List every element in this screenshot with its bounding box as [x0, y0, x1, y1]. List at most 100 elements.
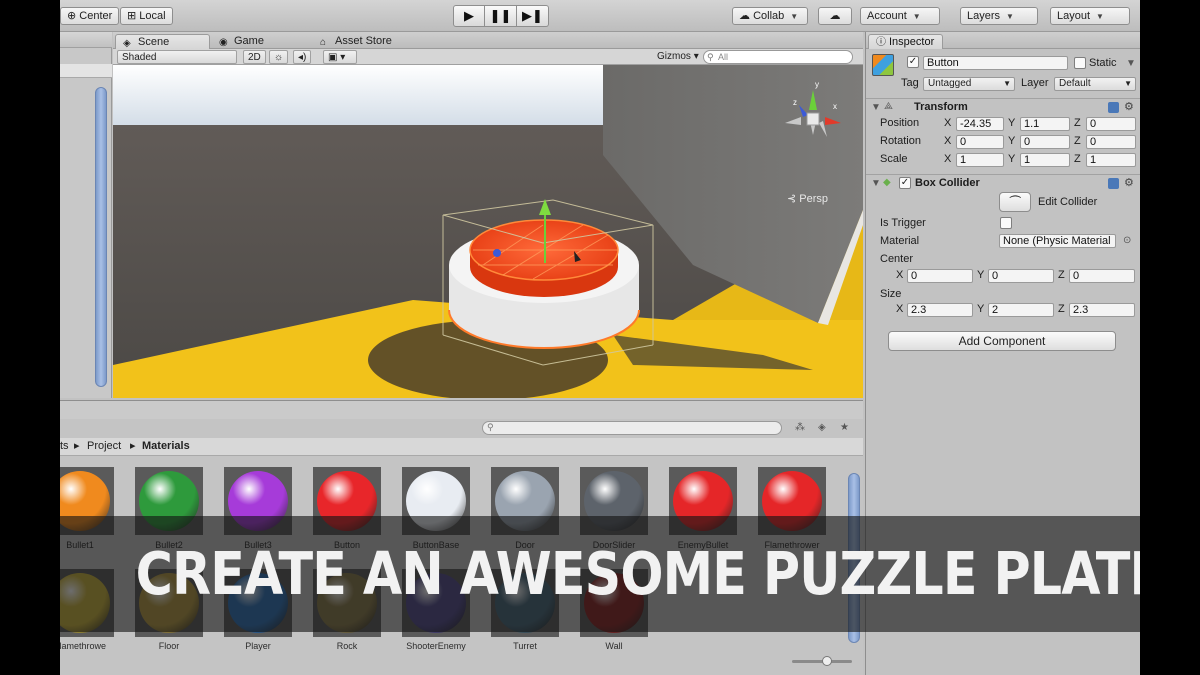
object-name-field[interactable]: Button: [923, 56, 1068, 70]
axis-y-label: Y: [977, 303, 985, 315]
size-x-field[interactable]: 2.3: [907, 303, 973, 317]
breadcrumb-assets[interactable]: ts: [60, 438, 69, 455]
scale-y-field[interactable]: 1: [1020, 153, 1070, 167]
help-book-icon[interactable]: [1108, 178, 1119, 189]
projection-label: Persp: [799, 193, 829, 205]
filter-label-icon[interactable]: ◈: [818, 422, 826, 433]
position-label: Position: [880, 117, 920, 129]
thumbnail-size-slider[interactable]: [792, 656, 852, 666]
favorite-star-icon[interactable]: ★: [840, 422, 849, 433]
main-toolbar: ⊕ Center ⊞ Local ▶ ❚❚ ▶❚ ☁ Collab ▼ ☁ Acc…: [60, 0, 1140, 32]
rotation-z-value: 0: [1090, 136, 1097, 148]
svg-text:z: z: [793, 98, 797, 107]
layers-dropdown[interactable]: Layers ▼: [960, 7, 1038, 25]
add-component-label: Add Component: [958, 334, 1046, 348]
object-name-value: Button: [927, 57, 959, 69]
size-z-field[interactable]: 2.3: [1069, 303, 1135, 317]
filter-type-icon[interactable]: ⁂: [795, 422, 805, 433]
scale-z-field[interactable]: 1: [1086, 153, 1136, 167]
sun-icon: ☼: [274, 52, 284, 63]
position-y-field[interactable]: 1.1: [1020, 117, 1070, 131]
effects-dropdown[interactable]: ▣ ▾: [323, 50, 357, 64]
static-checkbox[interactable]: [1074, 57, 1086, 69]
size-y-field[interactable]: 2: [988, 303, 1054, 317]
layer-dropdown[interactable]: Default ▼: [1054, 77, 1136, 91]
perspective-icon: ⊰: [787, 193, 797, 205]
tab-inspector[interactable]: ⓘ Inspector: [868, 34, 944, 49]
box-collider-enabled-checkbox[interactable]: ✓: [899, 177, 911, 189]
account-label: Account: [867, 10, 907, 22]
box-collider-header[interactable]: ▼ ◆ ✓ Box Collider ⚙: [866, 174, 1140, 190]
scene-search-input[interactable]: ⚲ All: [703, 50, 853, 64]
gizmos-dropdown[interactable]: Gizmos ▾: [653, 50, 703, 64]
layout-label: Layout: [1057, 10, 1091, 22]
toggle-2d-button[interactable]: 2D: [243, 50, 266, 64]
chevron-down-icon[interactable]: ▼: [1126, 58, 1136, 69]
center-z-field[interactable]: 0: [1069, 269, 1135, 283]
collab-dropdown[interactable]: ☁ Collab ▼: [732, 7, 808, 25]
inspector-tab-label: Inspector: [889, 36, 935, 48]
account-dropdown[interactable]: Account ▼: [860, 7, 940, 25]
tab-game[interactable]: ◉ Game: [212, 34, 302, 49]
is-trigger-checkbox[interactable]: [1000, 217, 1012, 229]
shading-mode-dropdown[interactable]: Shaded: [117, 50, 237, 64]
scale-x-field[interactable]: 1: [956, 153, 1004, 167]
project-search-input[interactable]: ⚲: [482, 421, 782, 435]
pause-icon: ❚❚: [489, 8, 512, 23]
material-name: Player: [245, 641, 271, 651]
layer-label: Layer: [1021, 77, 1049, 89]
size-z-value: 2.3: [1073, 304, 1089, 316]
pivot-center-button[interactable]: ⊕ Center: [60, 7, 120, 25]
axis-x-label: X: [896, 269, 904, 281]
center-y-field[interactable]: 0: [988, 269, 1054, 283]
slider-knob[interactable]: [822, 656, 832, 666]
active-checkbox[interactable]: ✓: [907, 56, 919, 68]
tab-scene[interactable]: ◈ Scene: [115, 34, 210, 49]
center-x-field[interactable]: 0: [907, 269, 973, 283]
rotation-x-field[interactable]: 0: [956, 135, 1004, 149]
search-icon: ⚲: [707, 52, 714, 62]
axis-z-label: Z: [1074, 153, 1081, 165]
scene-viewport[interactable]: z x y ⊰ Persp: [113, 65, 863, 398]
tab-asset-store[interactable]: ⌂ Asset Store: [313, 34, 423, 49]
left-letterbox: [0, 0, 60, 675]
cloud-services-button[interactable]: ☁: [818, 7, 852, 25]
lighting-toggle[interactable]: ☼: [269, 50, 289, 64]
layout-dropdown[interactable]: Layout ▼: [1050, 7, 1130, 25]
help-book-icon[interactable]: [1108, 102, 1119, 113]
static-label: Static: [1089, 57, 1117, 69]
axis-x-label: X: [944, 135, 952, 147]
transform-header[interactable]: ▼ ⟁ Transform ⚙: [866, 98, 1140, 114]
physic-material-field[interactable]: None (Physic Material: [999, 234, 1116, 248]
axis-z-label: Z: [1074, 117, 1081, 129]
speaker-icon: ◂): [298, 52, 307, 63]
edit-collider-button[interactable]: ⏜: [999, 192, 1031, 212]
size-y-value: 2: [992, 304, 999, 316]
breadcrumb: ts ▸ Project ▸ Materials: [60, 438, 863, 456]
breadcrumb-project[interactable]: Project: [87, 438, 121, 455]
rotation-z-field[interactable]: 0: [1086, 135, 1136, 149]
space-local-button[interactable]: ⊞ Local: [120, 7, 173, 25]
gear-icon[interactable]: ⚙: [1124, 176, 1134, 189]
chevron-down-icon: ▼: [912, 12, 921, 21]
scale-x-value: 1: [960, 154, 967, 166]
pivot-icon: ⊕: [67, 10, 77, 22]
audio-toggle[interactable]: ◂): [293, 50, 312, 64]
rotation-y-field[interactable]: 0: [1020, 135, 1070, 149]
tab-game-label: Game: [234, 35, 264, 47]
hierarchy-scrollbar[interactable]: [95, 87, 107, 387]
info-icon: ⓘ: [876, 37, 886, 48]
add-component-button[interactable]: Add Component: [888, 331, 1116, 351]
breadcrumb-materials[interactable]: Materials: [142, 438, 190, 455]
position-x-field[interactable]: -24.35: [956, 117, 1004, 131]
pause-button[interactable]: ❚❚: [485, 5, 517, 27]
gear-icon[interactable]: ⚙: [1124, 100, 1134, 113]
scale-z-value: 1: [1090, 154, 1097, 166]
projection-toggle[interactable]: ⊰ Persp: [787, 192, 828, 205]
tag-dropdown[interactable]: Untagged ▼: [923, 77, 1015, 91]
hierarchy-search-row[interactable]: [60, 64, 112, 78]
step-button[interactable]: ▶❚: [517, 5, 549, 27]
object-picker-icon[interactable]: ⊙: [1123, 235, 1131, 246]
play-button[interactable]: ▶: [453, 5, 485, 27]
position-z-field[interactable]: 0: [1086, 117, 1136, 131]
